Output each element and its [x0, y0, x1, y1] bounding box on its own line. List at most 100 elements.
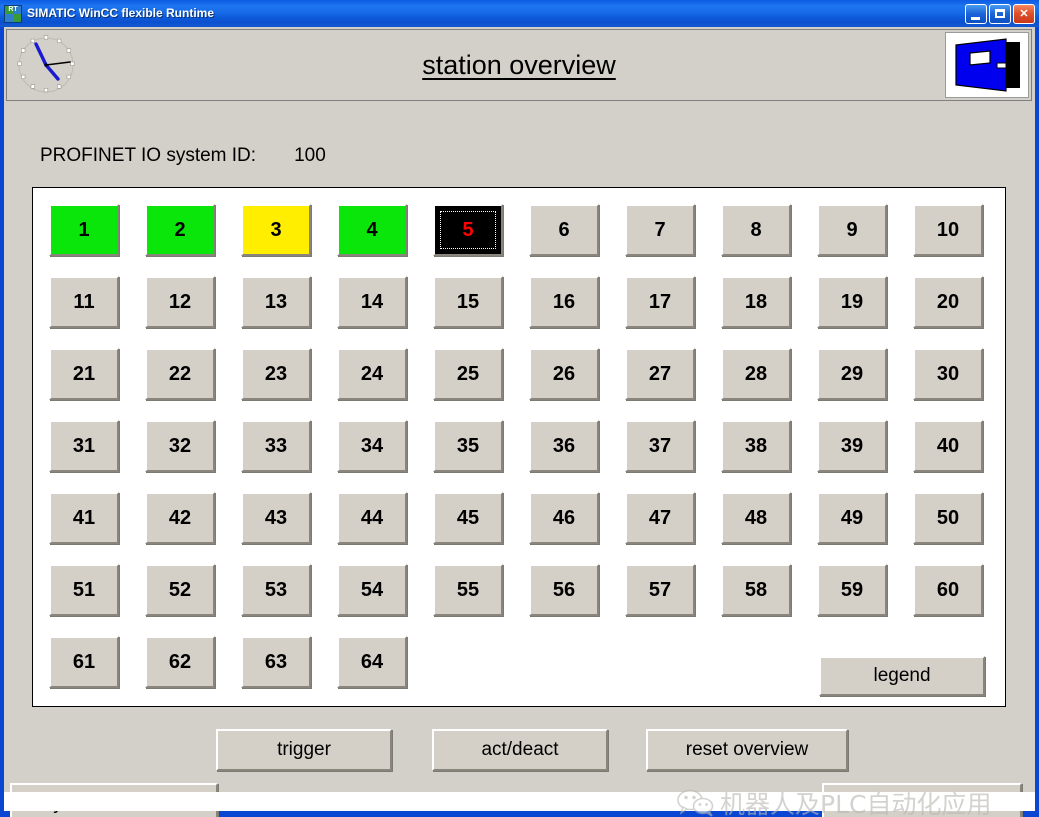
- station-button-label: 47: [648, 506, 672, 529]
- station-button-label: 39: [840, 434, 864, 457]
- station-button-label: 24: [360, 362, 384, 385]
- station-button-label: 13: [264, 290, 288, 313]
- station-button[interactable]: 11: [49, 276, 119, 328]
- station-button[interactable]: 60: [913, 564, 983, 616]
- station-button-label: 19: [840, 290, 864, 313]
- station-button[interactable]: 50: [913, 492, 983, 544]
- station-button[interactable]: 16: [529, 276, 599, 328]
- station-button[interactable]: 6: [529, 204, 599, 256]
- station-button[interactable]: 37: [625, 420, 695, 472]
- station-button[interactable]: 10: [913, 204, 983, 256]
- application-window: RT SIMATIC WinCC flexible Runtime ✕ stat…: [0, 0, 1039, 817]
- station-button[interactable]: 48: [721, 492, 791, 544]
- station-button-label: 26: [552, 362, 576, 385]
- station-button[interactable]: 15: [433, 276, 503, 328]
- trigger-button[interactable]: trigger: [216, 729, 392, 771]
- legend-button[interactable]: legend: [819, 656, 985, 696]
- station-button-label: 44: [360, 506, 384, 529]
- station-button[interactable]: 63: [241, 636, 311, 688]
- station-button-label: 21: [72, 362, 96, 385]
- station-button[interactable]: 54: [337, 564, 407, 616]
- station-button[interactable]: 26: [529, 348, 599, 400]
- station-button[interactable]: 27: [625, 348, 695, 400]
- station-button[interactable]: 18: [721, 276, 791, 328]
- station-button[interactable]: 55: [433, 564, 503, 616]
- station-button[interactable]: 64: [337, 636, 407, 688]
- station-button[interactable]: 47: [625, 492, 695, 544]
- station-button[interactable]: 12: [145, 276, 215, 328]
- station-button[interactable]: 1: [49, 204, 119, 256]
- station-button[interactable]: 29: [817, 348, 887, 400]
- station-button[interactable]: 42: [145, 492, 215, 544]
- station-button[interactable]: 5: [433, 204, 503, 256]
- trigger-button-label: trigger: [277, 739, 331, 760]
- station-button-label: 38: [744, 434, 768, 457]
- station-button[interactable]: 4: [337, 204, 407, 256]
- station-button[interactable]: 49: [817, 492, 887, 544]
- station-button-label: 23: [264, 362, 288, 385]
- station-button[interactable]: 61: [49, 636, 119, 688]
- station-button[interactable]: 45: [433, 492, 503, 544]
- station-button[interactable]: 31: [49, 420, 119, 472]
- station-button-label: 11: [73, 290, 95, 313]
- station-button[interactable]: 22: [145, 348, 215, 400]
- station-button-label: 16: [552, 290, 576, 313]
- station-button[interactable]: 41: [49, 492, 119, 544]
- station-button[interactable]: 35: [433, 420, 503, 472]
- station-button[interactable]: 46: [529, 492, 599, 544]
- station-button[interactable]: 24: [337, 348, 407, 400]
- station-button-label: 43: [264, 506, 288, 529]
- station-button[interactable]: 62: [145, 636, 215, 688]
- station-button[interactable]: 8: [721, 204, 791, 256]
- station-button[interactable]: 43: [241, 492, 311, 544]
- exit-button[interactable]: [945, 32, 1029, 98]
- station-button[interactable]: 36: [529, 420, 599, 472]
- station-button[interactable]: 3: [241, 204, 311, 256]
- station-button[interactable]: 59: [817, 564, 887, 616]
- station-button[interactable]: 34: [337, 420, 407, 472]
- station-button[interactable]: 14: [337, 276, 407, 328]
- station-button-label: 20: [936, 290, 960, 313]
- station-button[interactable]: 21: [49, 348, 119, 400]
- station-button[interactable]: 33: [241, 420, 311, 472]
- station-button-label: 8: [750, 218, 762, 241]
- simatic-rt-icon: RT: [4, 4, 22, 23]
- station-button[interactable]: 17: [625, 276, 695, 328]
- station-button[interactable]: 57: [625, 564, 695, 616]
- close-button[interactable]: ✕: [1013, 3, 1035, 24]
- station-button[interactable]: 7: [625, 204, 695, 256]
- station-button[interactable]: 56: [529, 564, 599, 616]
- station-button[interactable]: 19: [817, 276, 887, 328]
- station-button[interactable]: 20: [913, 276, 983, 328]
- reset-overview-button[interactable]: reset overview: [646, 729, 848, 771]
- screen-header: station overview: [6, 29, 1032, 101]
- station-button-label: 2: [174, 218, 186, 241]
- station-button[interactable]: 58: [721, 564, 791, 616]
- station-button[interactable]: 39: [817, 420, 887, 472]
- station-button-label: 56: [552, 578, 576, 601]
- maximize-button[interactable]: [989, 3, 1011, 24]
- station-button-label: 18: [744, 290, 768, 313]
- station-button[interactable]: 52: [145, 564, 215, 616]
- station-button[interactable]: 51: [49, 564, 119, 616]
- station-button-label: 34: [360, 434, 384, 457]
- profinet-info-row: PROFINET IO system ID: 100: [40, 145, 326, 167]
- station-button[interactable]: 30: [913, 348, 983, 400]
- station-button[interactable]: 38: [721, 420, 791, 472]
- station-button-label: 62: [168, 650, 192, 673]
- station-button-label: 27: [648, 362, 672, 385]
- minimize-button[interactable]: [965, 3, 987, 24]
- station-button-label: 25: [456, 362, 480, 385]
- station-button[interactable]: 32: [145, 420, 215, 472]
- station-button[interactable]: 2: [145, 204, 215, 256]
- act-deact-button[interactable]: act/deact: [432, 729, 608, 771]
- station-button[interactable]: 28: [721, 348, 791, 400]
- station-button[interactable]: 53: [241, 564, 311, 616]
- station-button[interactable]: 23: [241, 348, 311, 400]
- station-button[interactable]: 40: [913, 420, 983, 472]
- station-button[interactable]: 13: [241, 276, 311, 328]
- station-button[interactable]: 9: [817, 204, 887, 256]
- station-button-grid: 1 2 3 4 5 6 7 8 9 10 11 12 13 14 15 16 17 18 19 20 21 22 23 24 2…: [49, 204, 1009, 708]
- station-button[interactable]: 25: [433, 348, 503, 400]
- station-button[interactable]: 44: [337, 492, 407, 544]
